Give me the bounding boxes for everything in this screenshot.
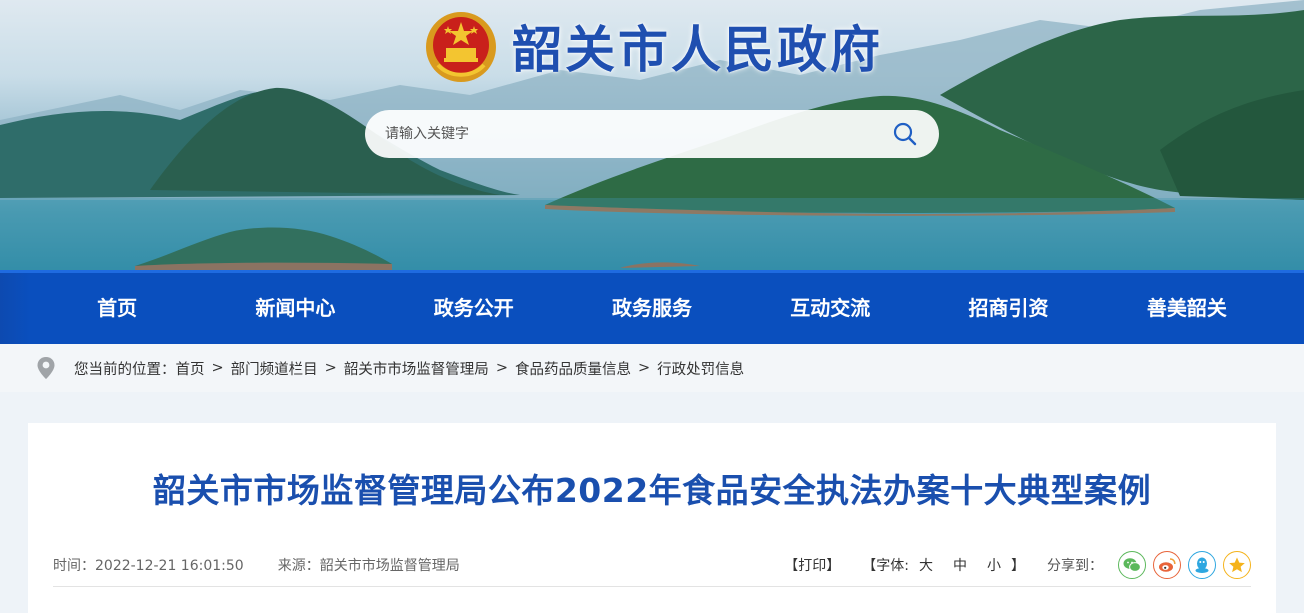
nav-item-gov-service[interactable]: 政务服务	[563, 273, 741, 344]
nav-item-interaction[interactable]: 互动交流	[741, 273, 919, 344]
breadcrumb-separator: >	[495, 360, 508, 376]
qzone-icon	[1229, 557, 1245, 573]
wechat-icon	[1123, 558, 1141, 572]
share-weibo-button[interactable]	[1153, 551, 1181, 579]
nav-item-investment[interactable]: 招商引资	[919, 273, 1097, 344]
publish-time: 时间：2022-12-21 16:01:50	[53, 555, 244, 575]
article-source: 来源：韶关市市场监督管理局	[278, 555, 460, 575]
qq-icon	[1195, 557, 1209, 573]
share-qq-button[interactable]	[1188, 551, 1216, 579]
print-button[interactable]: 【打印】	[784, 555, 840, 575]
font-size-close: 】	[1011, 558, 1025, 574]
article-card: 韶关市市场监督管理局公布2022年食品安全执法办案十大典型案例 时间：2022-…	[28, 423, 1276, 613]
article-tools: 【打印】 【字体: 大 中 小 】 分享到：	[784, 551, 1251, 579]
search-input[interactable]	[385, 126, 891, 142]
share-label: 分享到：	[1047, 558, 1103, 574]
nav-item-shaoguan[interactable]: 善美韶关	[1098, 273, 1276, 344]
weibo-icon	[1159, 558, 1176, 572]
nav-item-home[interactable]: 首页	[28, 273, 206, 344]
breadcrumb-separator: >	[637, 360, 651, 376]
search-icon	[893, 122, 917, 146]
time-value: 2022-12-21 16:01:50	[95, 558, 244, 574]
breadcrumb-separator: >	[211, 360, 224, 376]
font-small-button[interactable]: 小	[987, 555, 1001, 575]
font-large-button[interactable]: 大	[919, 555, 933, 575]
breadcrumb-penalty-info[interactable]: 行政处罚信息	[657, 358, 744, 379]
time-label: 时间：	[53, 558, 95, 574]
nav-left-edge	[0, 273, 30, 344]
font-medium-button[interactable]: 中	[953, 555, 967, 575]
nav-item-news[interactable]: 新闻中心	[206, 273, 384, 344]
font-size-label: 【字体:	[862, 558, 909, 574]
nav-item-gov-disclosure[interactable]: 政务公开	[385, 273, 563, 344]
site-title: 韶关市人民政府	[512, 21, 883, 79]
share-qzone-button[interactable]	[1223, 551, 1251, 579]
main-navigation: 首页 新闻中心 政务公开 政务服务 互动交流 招商引资 善美韶关	[0, 270, 1304, 344]
breadcrumb-home[interactable]: 首页	[176, 358, 205, 379]
breadcrumb-prefix: 您当前的位置：	[74, 361, 176, 378]
article-title: 韶关市市场监督管理局公布2022年食品安全执法办案十大典型案例	[152, 471, 1152, 510]
location-pin-icon	[37, 357, 55, 379]
share-wechat-button[interactable]	[1118, 551, 1146, 579]
source-label: 来源：	[277, 558, 320, 574]
source-value: 韶关市市场监督管理局	[319, 558, 460, 574]
national-emblem-icon	[426, 12, 496, 82]
search-bar	[365, 110, 939, 158]
article-meta: 时间：2022-12-21 16:01:50 来源：韶关市市场监督管理局 【打印…	[53, 551, 1251, 579]
breadcrumb-dept-channel[interactable]: 部门频道栏目	[231, 358, 318, 379]
breadcrumb-market-bureau[interactable]: 韶关市市场监督管理局	[344, 358, 489, 379]
header-banner: 韶关市人民政府	[0, 0, 1304, 272]
meta-divider	[53, 586, 1251, 587]
search-button[interactable]	[891, 120, 919, 148]
breadcrumb-separator: >	[324, 360, 337, 376]
breadcrumb-food-drug-info[interactable]: 食品药品质量信息	[515, 358, 631, 379]
font-size-control: 【字体: 大 中 小 】	[862, 555, 1025, 575]
breadcrumb: 您当前的位置： 首页 > 部门频道栏目 > 韶关市市场监督管理局 > 食品药品质…	[0, 344, 1304, 392]
